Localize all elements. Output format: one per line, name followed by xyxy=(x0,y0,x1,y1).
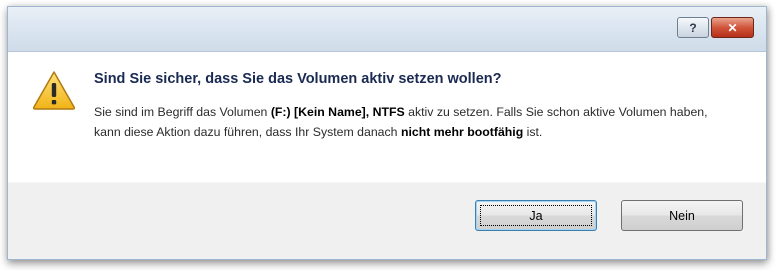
dialog-headline: Sind Sie sicher, dass Sie das Volumen ak… xyxy=(94,71,502,87)
title-bar: ? ✕ xyxy=(8,7,766,52)
dialog-content: Sind Sie sicher, dass Sie das Volumen ak… xyxy=(8,52,766,182)
title-bar-buttons: ? ✕ xyxy=(677,17,754,38)
help-button[interactable]: ? xyxy=(677,17,709,38)
no-button[interactable]: Nein xyxy=(621,200,743,231)
no-button-label: Nein xyxy=(669,208,695,223)
filesystem-name: NTFS xyxy=(372,105,405,119)
message-separator: , xyxy=(365,105,373,119)
close-button[interactable]: ✕ xyxy=(711,17,754,38)
message-part-1: Sie sind im Begriff das Volumen xyxy=(94,105,271,119)
message-part-3: ist. xyxy=(523,125,543,139)
warning-icon xyxy=(32,71,76,110)
volume-name: (F:) [Kein Name] xyxy=(270,105,366,119)
confirm-dialog: ? ✕ Sind Sie sicher, dass Sie das Volume… xyxy=(7,6,767,260)
yes-button[interactable]: Ja xyxy=(475,200,597,231)
dialog-message: Sie sind im Begriff das Volumen (F:) [Ke… xyxy=(94,102,734,142)
focus-rectangle xyxy=(480,205,592,226)
message-emphasis: nicht mehr bootfähig xyxy=(400,125,524,139)
